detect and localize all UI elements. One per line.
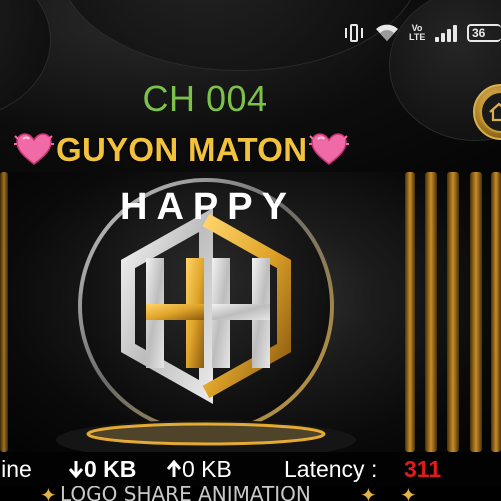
connection-stats: line 0 KB 0 KB Latency : 311 [0,452,501,486]
channel-label: CH 004 [142,78,268,119]
brand-word: HAPPY [120,186,296,228]
status-bar: Vo LTE 36 [321,18,501,48]
sparkle-icon: ✦ [40,486,57,501]
battery-level: 36 [472,26,486,40]
heart-emoji-icon [309,133,350,165]
download-value: 0 KB [84,455,137,482]
scrolling-ticker: ✦ LOGO SHARE ANIMATION ✦ ✦ [0,486,501,501]
upload-stat: 0 KB [166,456,232,483]
room-header: Vo LTE 36 CH 004 GUYON MATON [0,0,501,172]
vibrate-icon [343,22,365,44]
upload-arrow-icon [166,459,182,477]
host-name: GUYON MATON [56,131,308,168]
sparkle-icon: ✦ [360,486,377,501]
latency-value: 311 [404,455,442,482]
home-icon [489,102,501,122]
stage-background: HAPPY [0,172,501,452]
download-arrow-icon [68,460,84,478]
online-label: line [0,455,32,482]
volte-icon: Vo LTE [409,23,426,42]
heart-emoji-icon [14,133,54,165]
latency-label: Latency : [284,455,378,482]
upload-value: 0 KB [182,455,232,482]
wifi-icon [376,24,398,41]
sparkle-icon: ✦ [400,486,417,501]
host-name-row: GUYON MATON [14,128,350,172]
battery-icon: 36 [467,24,501,42]
download-stat: 0 KB [68,456,136,483]
signal-icon [435,24,457,42]
ticker-text: LOGO SHARE ANIMATION [60,486,311,501]
